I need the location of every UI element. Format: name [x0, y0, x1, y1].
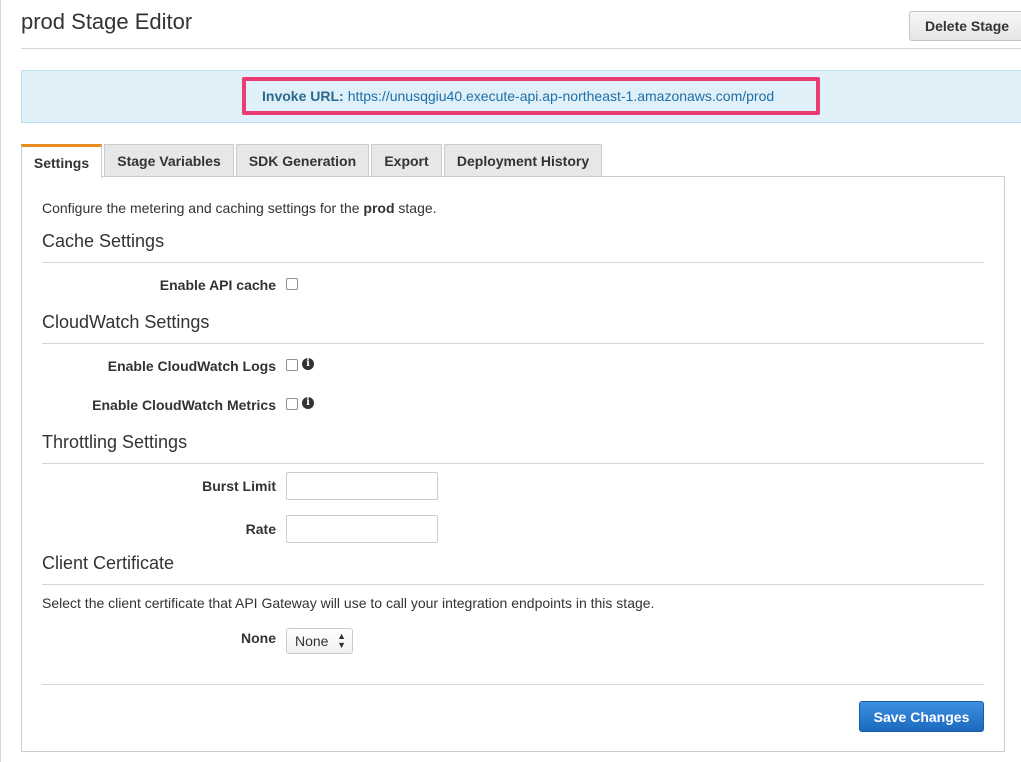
throttling-settings-divider — [42, 463, 984, 464]
cloudwatch-settings-divider — [42, 343, 984, 344]
save-changes-button[interactable]: Save Changes — [859, 701, 984, 732]
rate-input[interactable] — [286, 515, 438, 543]
cache-settings-heading: Cache Settings — [42, 231, 165, 251]
enable-cloudwatch-logs-label: Enable CloudWatch Logs — [107, 358, 276, 374]
burst-limit-label: Burst Limit — [202, 478, 276, 494]
enable-api-cache-checkbox[interactable] — [286, 278, 298, 290]
rate-label: Rate — [245, 521, 276, 537]
throttling-settings-heading: Throttling Settings — [42, 432, 188, 452]
title-divider — [21, 48, 1021, 49]
info-circle-icon[interactable]: i — [302, 397, 314, 409]
burst-limit-input[interactable] — [286, 472, 438, 500]
invoke-url-highlight: Invoke URL: https://unusqgiu40.execute-a… — [242, 77, 820, 115]
tab-label: SDK Generation — [248, 153, 357, 169]
tab-deployment-history[interactable]: Deployment History — [444, 144, 602, 177]
tab-label: Export — [384, 153, 429, 169]
footer-divider — [42, 684, 984, 685]
tab-sdk-generation[interactable]: SDK Generation — [236, 144, 369, 177]
intro-suffix: stage. — [394, 200, 437, 216]
tab-settings[interactable]: Settings — [21, 144, 102, 178]
enable-cloudwatch-metrics-checkbox[interactable] — [286, 398, 298, 410]
tab-label: Settings — [33, 154, 90, 171]
client-certificate-divider — [42, 584, 984, 585]
info-circle-icon[interactable]: i — [302, 358, 314, 370]
select-arrows-icon: ▲ ▼ — [337, 631, 346, 650]
tab-stage-variables[interactable]: Stage Variables — [104, 144, 234, 177]
tab-label: Stage Variables — [117, 153, 221, 169]
enable-cloudwatch-metrics-label: Enable CloudWatch Metrics — [92, 397, 276, 413]
select-value: None — [295, 633, 329, 649]
client-certificate-description: Select the client certificate that API G… — [42, 595, 655, 611]
intro-prefix: Configure the metering and caching setti… — [42, 200, 364, 216]
client-certificate-label: None — [241, 630, 276, 646]
settings-intro: Configure the metering and caching setti… — [42, 200, 437, 216]
left-border — [0, 0, 1, 762]
intro-stage-name: prod — [363, 200, 395, 216]
cloudwatch-settings-heading: CloudWatch Settings — [42, 312, 210, 332]
client-certificate-heading: Client Certificate — [42, 553, 175, 573]
tab-label: Deployment History — [456, 153, 590, 169]
delete-stage-button[interactable]: Delete Stage — [909, 11, 1021, 41]
cache-settings-divider — [42, 262, 984, 263]
enable-cloudwatch-logs-checkbox[interactable] — [286, 359, 298, 371]
enable-api-cache-label: Enable API cache — [159, 277, 276, 293]
page-title: prod Stage Editor — [21, 9, 193, 34]
invoke-url-label: Invoke URL: — [262, 88, 344, 104]
tab-export[interactable]: Export — [371, 144, 442, 177]
client-certificate-select[interactable]: None ▲ ▼ — [286, 628, 353, 654]
invoke-url-link[interactable]: https://unusqgiu40.execute-api.ap-northe… — [348, 88, 774, 104]
